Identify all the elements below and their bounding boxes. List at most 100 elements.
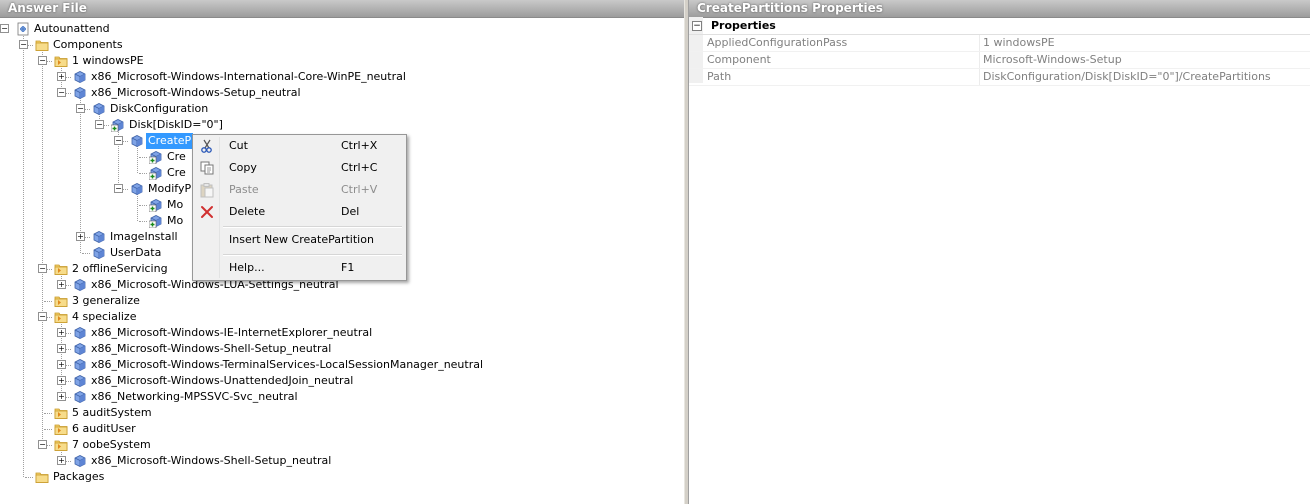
collapse-icon[interactable]: − xyxy=(114,184,123,193)
component-add-icon xyxy=(110,118,125,133)
category-label: Properties xyxy=(711,19,776,32)
category-collapse-icon[interactable]: − xyxy=(692,21,702,31)
tree-node-label[interactable]: 5 auditSystem xyxy=(70,405,154,421)
pass-icon xyxy=(54,54,68,68)
property-value[interactable]: 1 windowsPE xyxy=(983,35,1055,51)
property-row[interactable]: Component Microsoft-Windows-Setup xyxy=(689,52,1310,69)
tree-node-label[interactable]: Mo xyxy=(165,213,185,229)
tree-node-label[interactable]: ModifyP xyxy=(146,181,193,197)
collapse-icon[interactable]: − xyxy=(38,56,47,65)
tree-node-label[interactable]: UserData xyxy=(108,245,163,261)
tree-node-label[interactable]: CreateP xyxy=(146,133,194,149)
tree-node-termsvc[interactable]: + x86_Microsoft-Windows-TerminalServices-… xyxy=(0,357,680,373)
component-icon xyxy=(92,230,106,244)
tree-node-label[interactable]: Autounattend xyxy=(32,21,112,37)
tree-node-audituser[interactable]: 6 auditUser xyxy=(0,421,680,437)
tree-node-intl-core[interactable]: + x86_Microsoft-Windows-International-Cor… xyxy=(0,69,680,85)
menu-item-help[interactable]: Help... F1 xyxy=(195,257,404,279)
menu-item-delete[interactable]: Delete Del xyxy=(195,201,404,223)
component-icon xyxy=(73,390,87,404)
properties-header: CreatePartitions Properties xyxy=(689,0,1310,18)
tree-node-label[interactable]: Cre xyxy=(165,149,188,165)
expand-icon[interactable]: + xyxy=(57,456,66,465)
tree-node-label[interactable]: x86_Microsoft-Windows-Setup_neutral xyxy=(89,85,303,101)
menu-item-paste[interactable]: Paste Ctrl+V xyxy=(195,179,404,201)
component-icon xyxy=(130,182,144,196)
collapse-icon[interactable]: − xyxy=(19,40,28,49)
collapse-icon[interactable]: − xyxy=(95,120,104,129)
pass-icon xyxy=(54,310,68,324)
tree-node-label[interactable]: x86_Networking-MPSSVC-Svc_neutral xyxy=(89,389,300,405)
component-icon xyxy=(73,358,87,372)
property-row[interactable]: Path DiskConfiguration/Disk[DiskID="0"]/C… xyxy=(689,69,1310,86)
tree-node-windowspe[interactable]: − 1 windowsPE xyxy=(0,53,680,69)
menu-item-shortcut: F1 xyxy=(341,261,355,274)
tree-node-components[interactable]: − Components xyxy=(0,37,680,53)
tree-node-label[interactable]: 3 generalize xyxy=(70,293,142,309)
property-value[interactable]: Microsoft-Windows-Setup xyxy=(983,52,1122,68)
tree-node-packages[interactable]: Packages xyxy=(0,469,680,485)
tree-node-ie[interactable]: + x86_Microsoft-Windows-IE-InternetExplor… xyxy=(0,325,680,341)
answer-file-header: Answer File xyxy=(0,0,684,18)
tree-node-label[interactable]: x86_Microsoft-Windows-TerminalServices-L… xyxy=(89,357,485,373)
component-icon xyxy=(73,278,87,292)
tree-node-label[interactable]: 4 specialize xyxy=(70,309,138,325)
expand-icon[interactable]: + xyxy=(57,392,66,401)
tree-connector xyxy=(44,301,52,302)
property-row[interactable]: AppliedConfigurationPass 1 windowsPE xyxy=(689,35,1310,52)
tree-node-label[interactable]: Cre xyxy=(165,165,188,181)
tree-node-oobesystem[interactable]: − 7 oobeSystem xyxy=(0,437,680,453)
tree-node-unattendjoin[interactable]: + x86_Microsoft-Windows-UnattendedJoin_ne… xyxy=(0,373,680,389)
menu-item-shortcut: Ctrl+X xyxy=(341,139,378,152)
tree-node-diskconfig[interactable]: − DiskConfiguration xyxy=(0,101,680,117)
tree-node-specialize[interactable]: − 4 specialize xyxy=(0,309,680,325)
collapse-icon[interactable]: − xyxy=(38,440,47,449)
tree-node-shell1[interactable]: + x86_Microsoft-Windows-Shell-Setup_neutr… xyxy=(0,341,680,357)
expand-icon[interactable]: + xyxy=(57,72,66,81)
tree-node-label[interactable]: 1 windowsPE xyxy=(70,53,146,69)
tree-node-label[interactable]: x86_Microsoft-Windows-Shell-Setup_neutra… xyxy=(89,453,333,469)
tree-node-label[interactable]: Disk[DiskID="0"] xyxy=(127,117,225,133)
collapse-icon[interactable]: − xyxy=(38,312,47,321)
expand-icon[interactable]: + xyxy=(57,328,66,337)
tree-node-label[interactable]: 2 offlineServicing xyxy=(70,261,170,277)
tree-node-label[interactable]: x86_Microsoft-Windows-UnattendedJoin_neu… xyxy=(89,373,355,389)
tree-connector xyxy=(25,477,33,478)
tree-node-label[interactable]: Packages xyxy=(51,469,106,485)
menu-item-copy[interactable]: Copy Ctrl+C xyxy=(195,157,404,179)
menu-item-insert-new-createpartition[interactable]: Insert New CreatePartition xyxy=(195,229,404,251)
collapse-icon[interactable]: − xyxy=(38,264,47,273)
tree-node-label[interactable]: DiskConfiguration xyxy=(108,101,210,117)
tree-node-autounattend[interactable]: − Autounattend xyxy=(0,21,680,37)
tree-connector xyxy=(139,173,147,174)
tree-node-mpssvc[interactable]: + x86_Networking-MPSSVC-Svc_neutral xyxy=(0,389,680,405)
tree-node-label[interactable]: Mo xyxy=(165,197,185,213)
tree-node-shell2[interactable]: + x86_Microsoft-Windows-Shell-Setup_neutr… xyxy=(0,453,680,469)
tree-node-label[interactable]: 6 auditUser xyxy=(70,421,138,437)
properties-category[interactable]: − Properties xyxy=(689,18,1310,35)
tree-node-label[interactable]: ImageInstall xyxy=(108,229,180,245)
tree-node-label[interactable]: x86_Microsoft-Windows-Shell-Setup_neutra… xyxy=(89,341,333,357)
tree-node-label[interactable]: x86_Microsoft-Windows-IE-InternetExplore… xyxy=(89,325,374,341)
property-value[interactable]: DiskConfiguration/Disk[DiskID="0"]/Creat… xyxy=(983,69,1271,85)
component-icon xyxy=(92,246,106,260)
expand-icon[interactable]: + xyxy=(76,232,85,241)
collapse-icon[interactable]: − xyxy=(57,88,66,97)
collapse-icon[interactable]: − xyxy=(114,136,123,145)
expand-icon[interactable]: + xyxy=(57,376,66,385)
tree-node-disk[interactable]: − Disk[DiskID="0"] xyxy=(0,117,680,133)
properties-grid[interactable]: − Properties AppliedConfigurationPass 1 w… xyxy=(689,18,1310,86)
expand-icon[interactable]: + xyxy=(57,360,66,369)
expand-icon[interactable]: + xyxy=(57,280,66,289)
tree-node-label[interactable]: x86_Microsoft-Windows-International-Core… xyxy=(89,69,408,85)
expand-icon[interactable]: + xyxy=(57,344,66,353)
tree-node-label[interactable]: 7 oobeSystem xyxy=(70,437,153,453)
collapse-icon[interactable]: − xyxy=(0,24,9,33)
tree-node-label[interactable]: Components xyxy=(51,37,125,53)
menu-item-cut[interactable]: Cut Ctrl+X xyxy=(195,135,404,157)
tree-node-auditsystem[interactable]: 5 auditSystem xyxy=(0,405,680,421)
tree-node-generalize[interactable]: 3 generalize xyxy=(0,293,680,309)
menu-item-shortcut: Ctrl+C xyxy=(341,161,378,174)
tree-node-setup[interactable]: − x86_Microsoft-Windows-Setup_neutral xyxy=(0,85,680,101)
collapse-icon[interactable]: − xyxy=(76,104,85,113)
